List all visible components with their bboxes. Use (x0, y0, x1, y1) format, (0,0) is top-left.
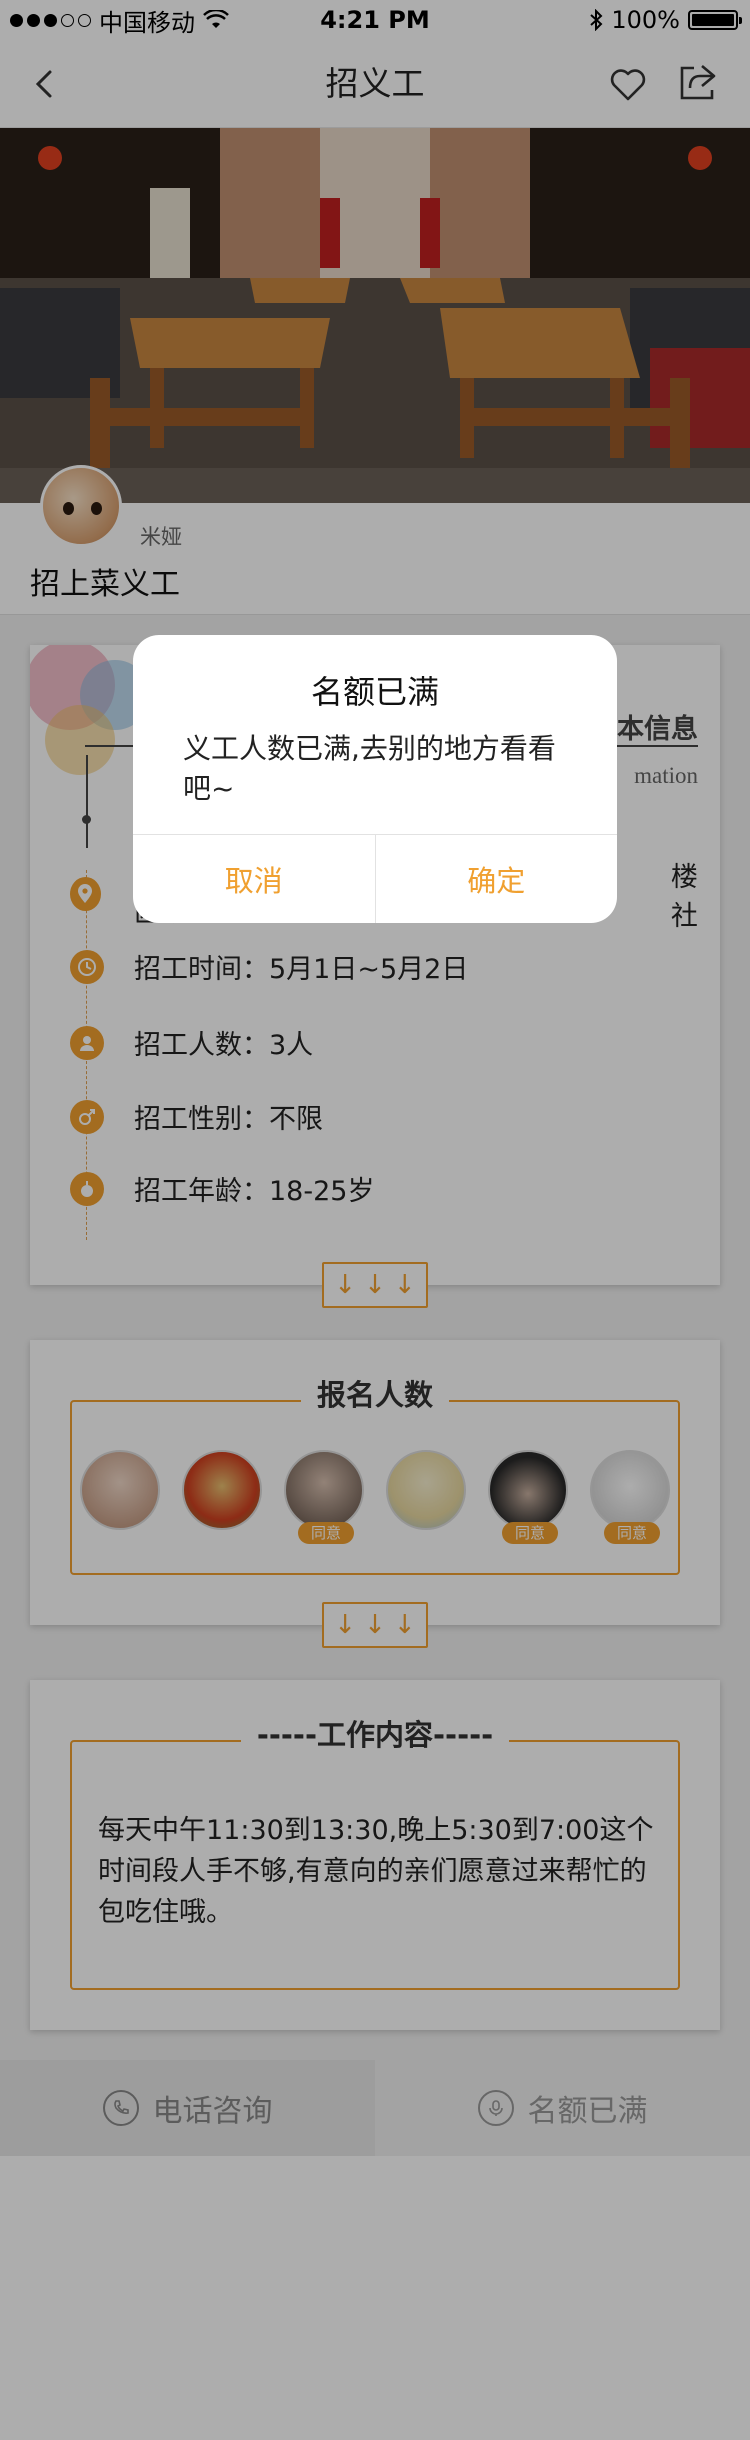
modal-overlay[interactable] (0, 0, 750, 2440)
dialog-message: 义工人数已满,去别的地方看看吧~ (183, 732, 556, 805)
cancel-button[interactable]: 取消 (133, 835, 375, 923)
confirm-button[interactable]: 确定 (374, 835, 618, 923)
dialog-title: 名额已满 (310, 673, 439, 711)
dialog-buttons: 取消 确定 (133, 834, 617, 923)
page: 中国移动 4:21 PM 100% 招义工 米娅 招上菜义工 本信息 matio… (0, 0, 750, 2440)
quota-full-dialog: 名额已满 义工人数已满,去别的地方看看吧~ 取消 确定 (133, 635, 617, 923)
